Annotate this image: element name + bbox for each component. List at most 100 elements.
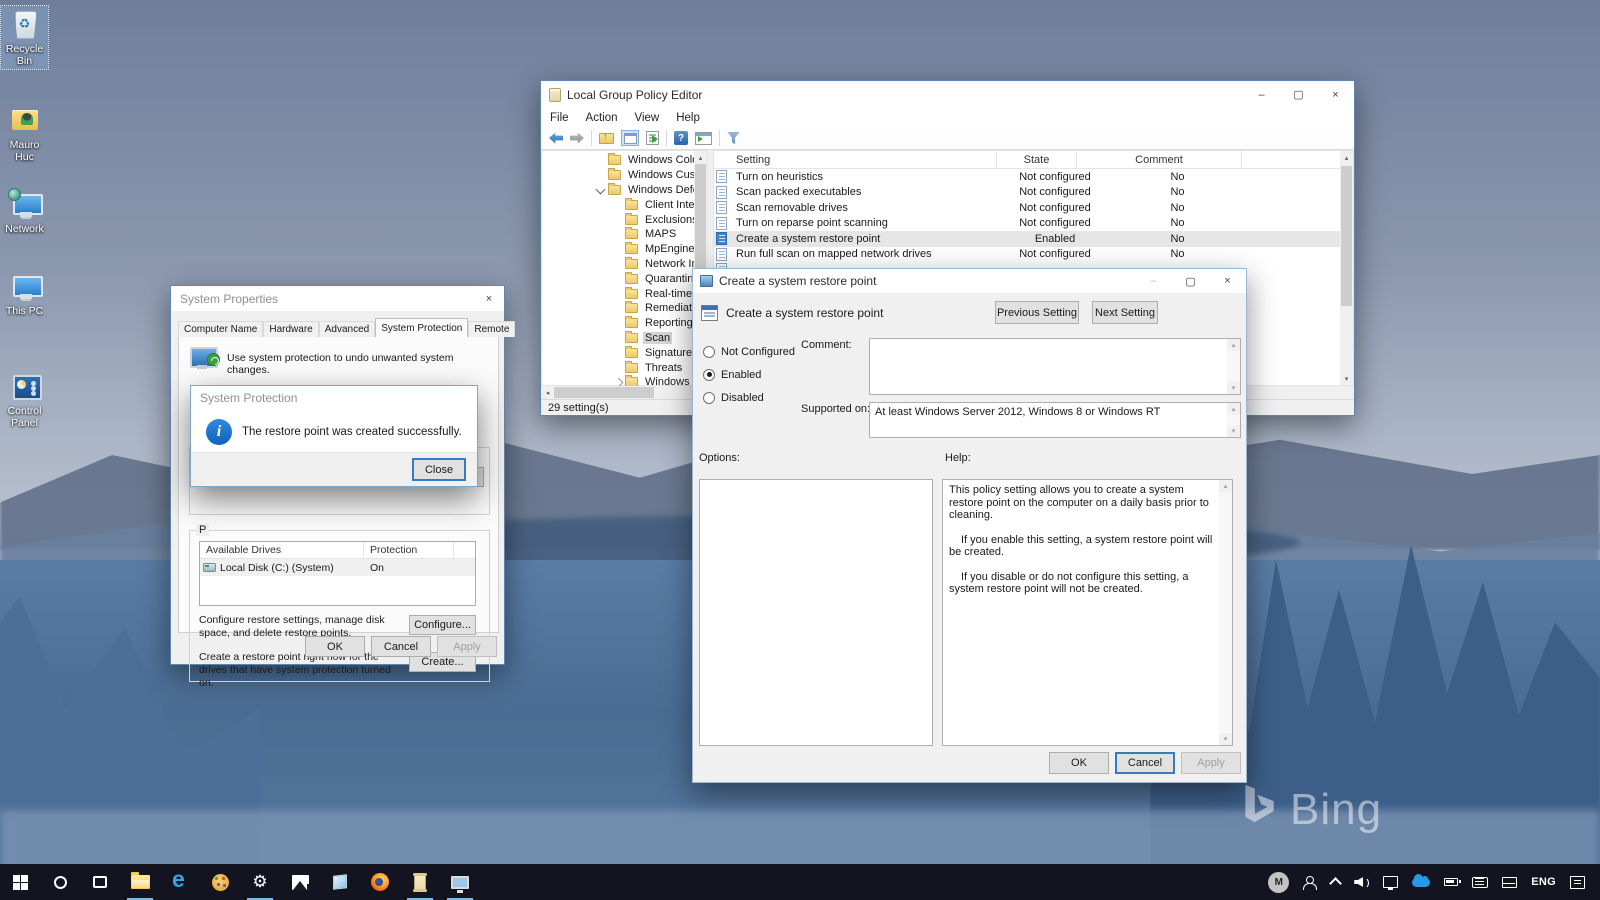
help-box[interactable]: This policy setting allows you to create…	[942, 479, 1233, 746]
radio-not-configured[interactable]: Not Configured	[703, 340, 795, 363]
tree-item-reporting[interactable]: Reporting	[542, 316, 694, 331]
tray-battery[interactable]	[1437, 864, 1465, 900]
tree-item-threats[interactable]: Threats	[542, 360, 694, 375]
scroll-left-icon[interactable]: ◂	[541, 386, 554, 399]
taskbar-photos-button[interactable]	[280, 864, 320, 900]
setting-row-scan-packed-executables[interactable]: Scan packed executablesNot configuredNo	[714, 185, 1340, 201]
supported-scrollbar[interactable]: ▴ ▾	[1227, 403, 1240, 437]
tree-item-windows-custo[interactable]: Windows Custo	[542, 168, 694, 183]
extended-view-icon[interactable]	[695, 132, 712, 145]
taskbar-file-explorer-button[interactable]	[120, 864, 160, 900]
close-icon[interactable]: ×	[474, 286, 504, 311]
options-box[interactable]	[699, 479, 933, 746]
scroll-down-icon[interactable]: ▾	[1340, 372, 1353, 385]
setting-row-run-full-scan-on-mapped-network-drives[interactable]: Run full scan on mapped network drivesNo…	[714, 247, 1340, 263]
filter-icon[interactable]	[727, 132, 740, 145]
tab-system-protection[interactable]: System Protection	[375, 318, 468, 337]
tree-item-maps[interactable]: MAPS	[542, 227, 694, 242]
minimize-icon[interactable]: –	[1243, 81, 1280, 108]
tree-item-real-time-pr[interactable]: Real-time Pr	[542, 286, 694, 301]
previous-setting-button[interactable]: Previous Setting	[995, 301, 1079, 324]
taskbar-glass-app-button[interactable]	[320, 864, 360, 900]
menu-file[interactable]: File	[550, 112, 569, 124]
help-icon[interactable]: ?	[674, 131, 688, 145]
tree-item-windows-color[interactable]: Windows Color	[542, 153, 694, 168]
taskbar-system-button[interactable]	[440, 864, 480, 900]
ok-button[interactable]: OK	[1049, 752, 1109, 774]
system-properties-titlebar[interactable]: System Properties ×	[171, 286, 504, 311]
scroll-up-icon[interactable]: ▴	[1340, 151, 1353, 164]
export-list-icon[interactable]	[646, 131, 659, 145]
cancel-button[interactable]: Cancel	[371, 636, 431, 657]
taskbar-start-button[interactable]	[0, 864, 40, 900]
tab-hardware[interactable]: Hardware	[263, 321, 318, 337]
maximize-icon[interactable]: ▢	[1280, 81, 1317, 108]
scroll-down-icon[interactable]: ▾	[1227, 425, 1240, 437]
close-icon[interactable]: ×	[1317, 81, 1354, 108]
setting-row-turn-on-heuristics[interactable]: Turn on heuristicsNot configuredNo	[714, 169, 1340, 185]
close-icon[interactable]: ×	[1209, 269, 1246, 293]
scrollbar-thumb[interactable]	[554, 387, 654, 398]
up-one-level-icon[interactable]	[599, 133, 614, 144]
list-vertical-scrollbar[interactable]: ▴ ▾	[1340, 151, 1353, 385]
radio-enabled[interactable]: Enabled	[703, 363, 795, 386]
tray-touchpad[interactable]	[1495, 864, 1524, 900]
comment-scrollbar[interactable]: ▴ ▾	[1227, 339, 1240, 394]
column-header-comment[interactable]: Comment	[1077, 151, 1242, 168]
cancel-button[interactable]: Cancel	[1115, 752, 1175, 774]
tray-network[interactable]	[1376, 864, 1405, 900]
taskbar-paint-button[interactable]	[200, 864, 240, 900]
column-header-protection[interactable]: Protection	[364, 542, 454, 558]
tray-action-center[interactable]	[1563, 864, 1592, 900]
tray-onedrive[interactable]	[1405, 864, 1437, 900]
help-scrollbar[interactable]: ▴ ▾	[1219, 480, 1232, 745]
next-setting-button[interactable]: Next Setting	[1092, 301, 1158, 324]
taskbar-firefox-button[interactable]	[360, 864, 400, 900]
column-header-available-drives[interactable]: Available Drives	[200, 542, 364, 558]
tree-item-windows-defen[interactable]: Windows Defen	[542, 183, 694, 198]
drive-row-local-disk-c-system[interactable]: Local Disk (C:) (System)On	[200, 559, 475, 576]
tray-language[interactable]: ENG	[1524, 864, 1563, 900]
ok-button[interactable]: OK	[305, 636, 365, 657]
tab-advanced[interactable]: Advanced	[319, 321, 375, 337]
alert-titlebar[interactable]: System Protection	[191, 386, 477, 409]
setting-row-scan-removable-drives[interactable]: Scan removable drivesNot configuredNo	[714, 200, 1340, 216]
taskbar-edge-button[interactable]	[160, 864, 200, 900]
scroll-up-icon[interactable]: ▴	[1227, 339, 1240, 351]
scroll-down-icon[interactable]: ▾	[1227, 382, 1240, 394]
tree-item-signature-up[interactable]: Signature Up	[542, 345, 694, 360]
close-button[interactable]: Close	[412, 458, 466, 481]
tray-people[interactable]	[1296, 864, 1324, 900]
tray-chevron-up[interactable]	[1324, 864, 1347, 900]
tray-volume[interactable]	[1347, 864, 1376, 900]
scroll-up-icon[interactable]: ▴	[694, 151, 707, 164]
desktop-icon-user-folder[interactable]: Mauro Huc	[1, 102, 48, 165]
setting-row-turn-on-reparse-point-scanning[interactable]: Turn on reparse point scanningNot config…	[714, 216, 1340, 232]
policy-dialog-titlebar[interactable]: Create a system restore point – ▢ ×	[693, 269, 1246, 293]
desktop-icon-control-panel[interactable]: Control Panel	[1, 368, 48, 431]
menu-action[interactable]: Action	[586, 112, 618, 124]
back-icon[interactable]	[549, 133, 563, 144]
show-console-tree-icon[interactable]	[621, 130, 639, 146]
menu-help[interactable]: Help	[676, 112, 700, 124]
configure-button[interactable]: Configure...	[409, 615, 476, 635]
tree-item-exclusions[interactable]: Exclusions	[542, 212, 694, 227]
menu-view[interactable]: View	[635, 112, 660, 124]
expander-down-icon[interactable]	[594, 186, 608, 194]
tab-remote[interactable]: Remote	[468, 321, 515, 337]
tree-item-quarantine[interactable]: Quarantine	[542, 271, 694, 286]
taskbar-task-view-button[interactable]	[80, 864, 120, 900]
taskbar-settings-button[interactable]	[240, 864, 280, 900]
radio-disabled[interactable]: Disabled	[703, 386, 795, 409]
scroll-up-icon[interactable]: ▴	[1219, 480, 1232, 492]
scroll-up-icon[interactable]: ▴	[1227, 403, 1240, 415]
column-header-setting[interactable]: Setting	[714, 151, 997, 168]
desktop-icon-recycle-bin[interactable]: Recycle Bin	[1, 6, 48, 69]
forward-icon[interactable]	[570, 133, 584, 144]
tree-item-network-insp[interactable]: Network Insp	[542, 257, 694, 272]
taskbar-gpedit-button[interactable]	[400, 864, 440, 900]
supported-on-box[interactable]: At least Windows Server 2012, Windows 8 …	[869, 402, 1241, 438]
tray-account[interactable]: M	[1261, 864, 1296, 900]
scrollbar-thumb[interactable]	[1341, 166, 1352, 306]
tree-item-scan[interactable]: Scan	[542, 331, 694, 346]
